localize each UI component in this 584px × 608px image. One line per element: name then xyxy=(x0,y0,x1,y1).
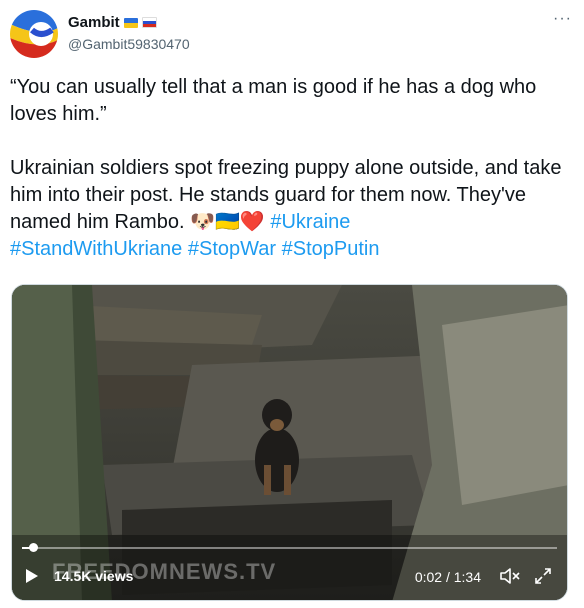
tweet-emojis: 🐶🇺🇦❤️ xyxy=(190,211,265,233)
hashtag-link[interactable]: #StandWithUkriane xyxy=(10,238,182,260)
mute-icon[interactable] xyxy=(499,566,521,586)
tweet-text: “You can usually tell that a man is good… xyxy=(10,74,570,263)
play-icon[interactable] xyxy=(26,569,38,583)
more-options-icon[interactable]: ··· xyxy=(553,10,572,28)
hashtag-link[interactable]: #Ukraine xyxy=(270,211,350,233)
author-handle[interactable]: @Gambit59830470 xyxy=(68,36,190,52)
author-name[interactable]: Gambit xyxy=(68,14,120,31)
hashtag-link[interactable]: #StopPutin xyxy=(282,238,380,260)
progress-scrubber[interactable] xyxy=(28,543,38,552)
video-player[interactable]: FREEDOMNEWS.TV 14.5K views 0:02 / 1:34 xyxy=(11,284,568,601)
video-time: 0:02 / 1:34 xyxy=(414,569,481,585)
russia-flag-icon xyxy=(141,17,157,28)
fullscreen-icon[interactable] xyxy=(533,566,553,586)
avatar[interactable] xyxy=(10,10,58,58)
view-count: 14.5K views xyxy=(54,568,134,584)
author-name-row[interactable]: Gambit xyxy=(68,14,157,31)
progress-bar[interactable] xyxy=(22,543,557,552)
hashtag-link[interactable]: #StopWar xyxy=(188,238,276,260)
video-frame xyxy=(12,285,567,600)
ukraine-flag-icon xyxy=(123,17,138,28)
tweet-quote: “You can usually tell that a man is good… xyxy=(10,76,542,125)
